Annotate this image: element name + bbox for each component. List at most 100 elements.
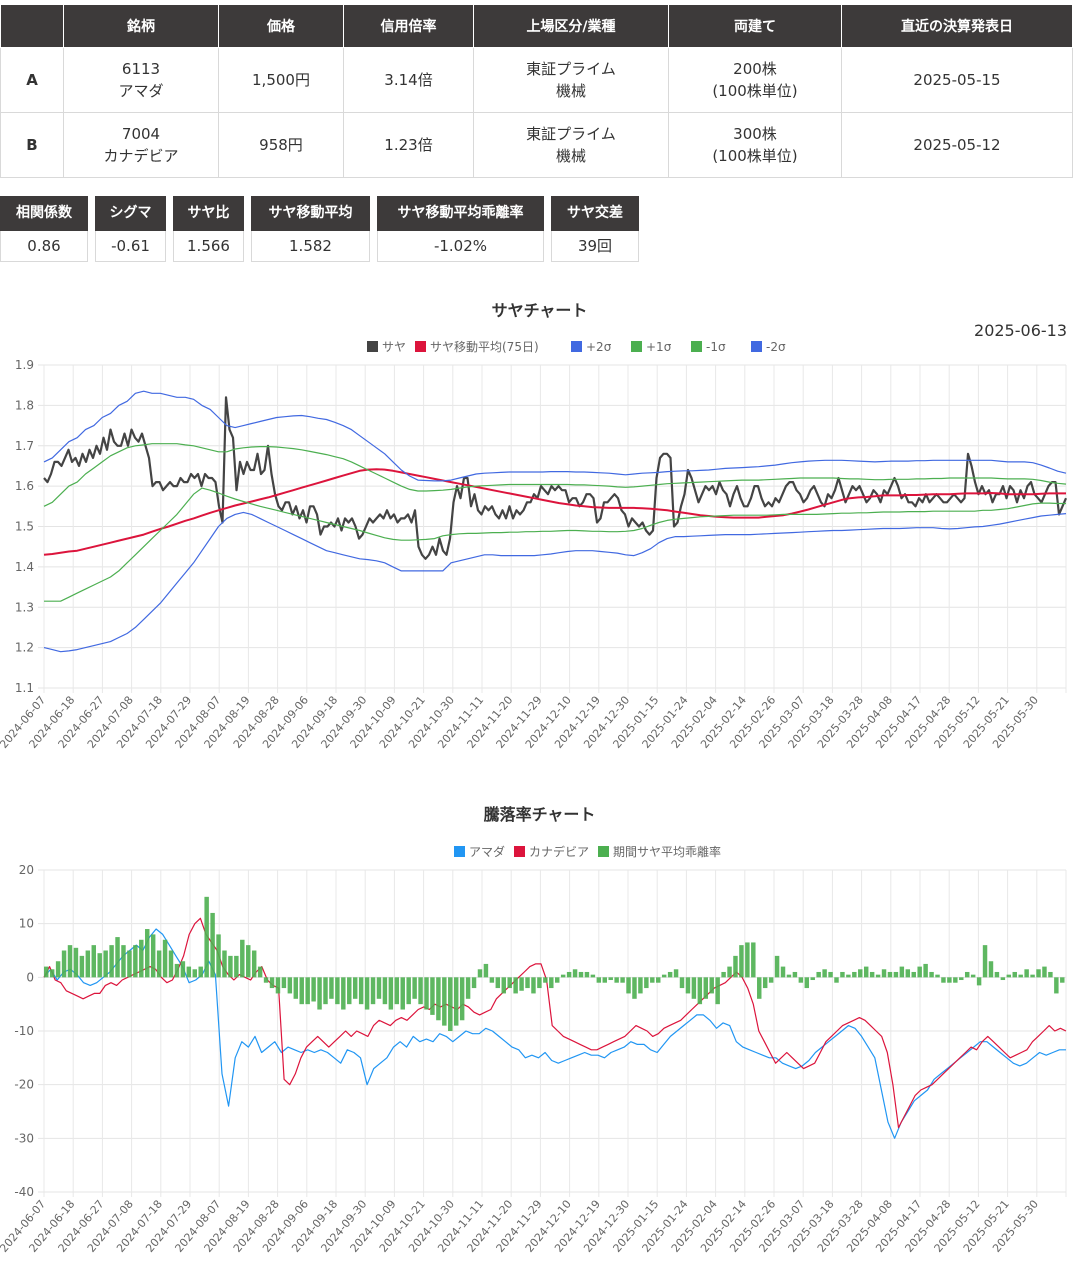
bar — [537, 977, 542, 989]
bar — [525, 977, 530, 989]
y-tick-label: 1.4 — [15, 560, 34, 574]
earnings-date-cell: 2025-05-15 — [841, 47, 1073, 113]
bar — [1018, 974, 1023, 978]
bar — [935, 974, 940, 978]
bar — [459, 977, 465, 1021]
legend-swatch — [751, 341, 762, 352]
bar — [1036, 969, 1041, 978]
market-cell: 東証プライム 機械 — [473, 112, 669, 178]
series-line — [43, 511, 1067, 653]
bar — [566, 971, 572, 978]
shares-unit: (100株単位) — [712, 82, 798, 100]
bar — [869, 971, 875, 978]
bar — [893, 971, 899, 978]
stat-spread-ma-deviation: サヤ移動平均乖離率 -1.02% — [377, 196, 544, 262]
series-line — [43, 917, 1067, 1129]
legend-label: -1σ — [706, 340, 726, 354]
bar — [477, 969, 483, 978]
y-tick-label: 1.9 — [15, 358, 34, 372]
bar — [186, 966, 192, 978]
bar — [733, 955, 738, 978]
y-tick-label: 1.1 — [15, 681, 34, 695]
legend-label: +1σ — [646, 340, 672, 354]
bar — [644, 977, 649, 989]
bar — [703, 977, 709, 999]
bar — [103, 950, 108, 978]
bar — [418, 977, 423, 1005]
bar — [519, 977, 524, 991]
bar — [656, 977, 661, 983]
y-tick-label: 1.8 — [15, 398, 34, 412]
bar — [852, 971, 857, 978]
bar — [453, 977, 459, 1026]
bar — [828, 971, 833, 978]
bar — [727, 966, 732, 978]
bar — [1048, 971, 1053, 978]
bar — [531, 977, 536, 994]
bar — [560, 974, 566, 978]
bar — [222, 950, 227, 978]
bar — [953, 977, 958, 983]
row-key: B — [0, 112, 64, 178]
bar — [673, 969, 679, 978]
legend-swatch — [571, 341, 582, 352]
bar — [905, 969, 911, 978]
bar — [507, 977, 512, 989]
bar — [133, 945, 138, 978]
legend-label: -2σ — [766, 340, 786, 354]
stat-label: サヤ移動平均 — [251, 196, 370, 231]
bar — [911, 971, 916, 978]
y-tick-label: 1.6 — [15, 479, 34, 493]
bar — [988, 961, 994, 978]
bar — [620, 977, 625, 983]
bar — [240, 939, 245, 978]
margin-ratio-cell: 1.23倍 — [343, 112, 474, 178]
bar — [834, 977, 839, 983]
stock-cell: 7004 カナデビア — [63, 112, 219, 178]
bar — [341, 977, 346, 1010]
stock-name: カナデビア — [103, 147, 179, 165]
legend-label: アマダ — [469, 844, 505, 859]
bar — [495, 977, 501, 989]
header-stock: 銘柄 — [63, 4, 219, 48]
shares-count: 200株 — [733, 60, 777, 78]
y-tick-label: 1.5 — [15, 520, 34, 534]
bar — [685, 977, 691, 994]
bar — [822, 969, 827, 978]
bar — [358, 977, 364, 1005]
bar — [762, 977, 768, 989]
bar — [216, 934, 221, 978]
bar — [150, 934, 156, 978]
bar — [442, 977, 447, 1026]
market-name: 東証プライム — [526, 60, 616, 78]
bar — [394, 977, 400, 1005]
bar — [798, 977, 804, 983]
bar — [139, 939, 144, 978]
bar — [572, 969, 578, 978]
bar — [691, 977, 697, 999]
legend-label: サヤ — [382, 340, 406, 354]
y-tick-label: 1.3 — [15, 600, 34, 614]
bar — [1060, 977, 1065, 983]
bar — [436, 977, 441, 1021]
bar — [881, 969, 887, 978]
bar — [584, 971, 590, 978]
bar — [555, 977, 560, 983]
y-tick-label: 10 — [19, 917, 34, 931]
bar — [1054, 977, 1059, 994]
bar — [251, 950, 257, 978]
bar — [198, 966, 203, 978]
bar — [275, 977, 281, 994]
stat-spread-crosses: サヤ交差 39回 — [551, 196, 639, 262]
bar — [768, 977, 774, 983]
industry-name: 機械 — [555, 82, 586, 100]
bar — [1042, 966, 1047, 978]
bar — [73, 947, 79, 978]
bar — [192, 969, 198, 978]
stat-value: 1.566 — [173, 231, 244, 262]
bar — [1000, 977, 1006, 981]
table-row: B 7004 カナデビア 958円 1.23倍 東証プライム 機械 300株 (100… — [0, 112, 1073, 178]
bar — [899, 966, 905, 978]
legend-swatch — [514, 846, 525, 857]
bar — [780, 966, 786, 978]
